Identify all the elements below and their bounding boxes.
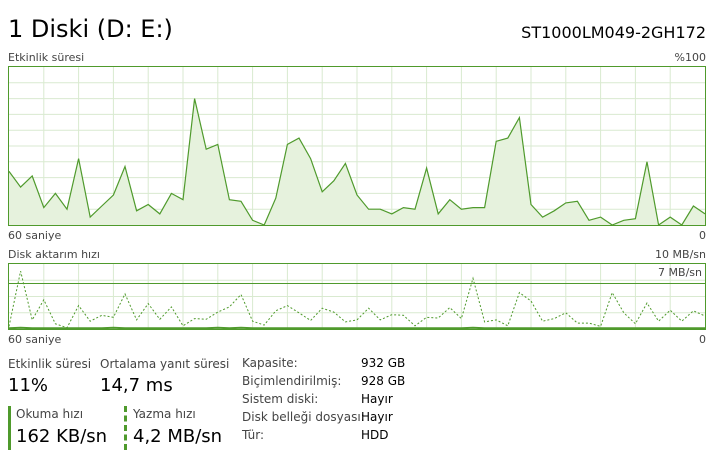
write-stat-value: 4,2 MB/sn	[133, 426, 223, 447]
transfer-chart	[8, 263, 706, 330]
transfer-chart-max: 10 MB/sn	[655, 248, 706, 261]
activity-chart-min: 0	[699, 229, 706, 242]
transfer-reference-label: 7 MB/sn	[658, 266, 702, 279]
response-stat-value: 14,7 ms	[100, 375, 173, 396]
property-key-system-disk: Sistem diski:	[242, 392, 319, 406]
property-key-formatted: Biçimlendirilmiş:	[242, 374, 342, 388]
activity-chart	[8, 66, 706, 226]
transfer-chart-time: 60 saniye	[8, 333, 62, 346]
transfer-chart-min: 0	[699, 333, 706, 346]
property-key-capacity: Kapasite:	[242, 356, 298, 370]
property-key-page-file: Disk belleği dosyası:	[242, 410, 365, 424]
read-stat-label: Okuma hızı	[16, 407, 84, 421]
read-legend-marker	[8, 406, 11, 450]
activity-stat-label: Etkinlik süresi	[8, 357, 92, 371]
activity-chart-label: Etkinlik süresi	[8, 51, 85, 64]
read-rate-series-line	[9, 326, 705, 329]
disk-model: ST1000LM049-2GH172	[521, 23, 706, 42]
property-value-formatted: 928 GB	[361, 374, 406, 388]
write-legend-marker	[124, 406, 127, 450]
property-value-system-disk: Hayır	[361, 392, 393, 406]
activity-chart-max: %100	[674, 51, 706, 64]
property-key-type: Tür:	[242, 428, 265, 442]
read-stat-value: 162 KB/sn	[16, 426, 108, 447]
property-value-capacity: 932 GB	[361, 356, 406, 370]
property-value-type: HDD	[361, 428, 389, 442]
activity-chart-time: 60 saniye	[8, 229, 62, 242]
page-title: 1 Diski (D: E:)	[8, 15, 173, 43]
activity-chart-canvas	[9, 67, 705, 225]
activity-stat-value: 11%	[8, 375, 49, 396]
write-stat-label: Yazma hızı	[133, 407, 196, 421]
transfer-chart-label: Disk aktarım hızı	[8, 248, 100, 261]
response-stat-label: Ortalama yanıt süresi	[100, 357, 230, 371]
transfer-chart-canvas	[9, 264, 705, 329]
property-value-page-file: Hayır	[361, 410, 393, 424]
